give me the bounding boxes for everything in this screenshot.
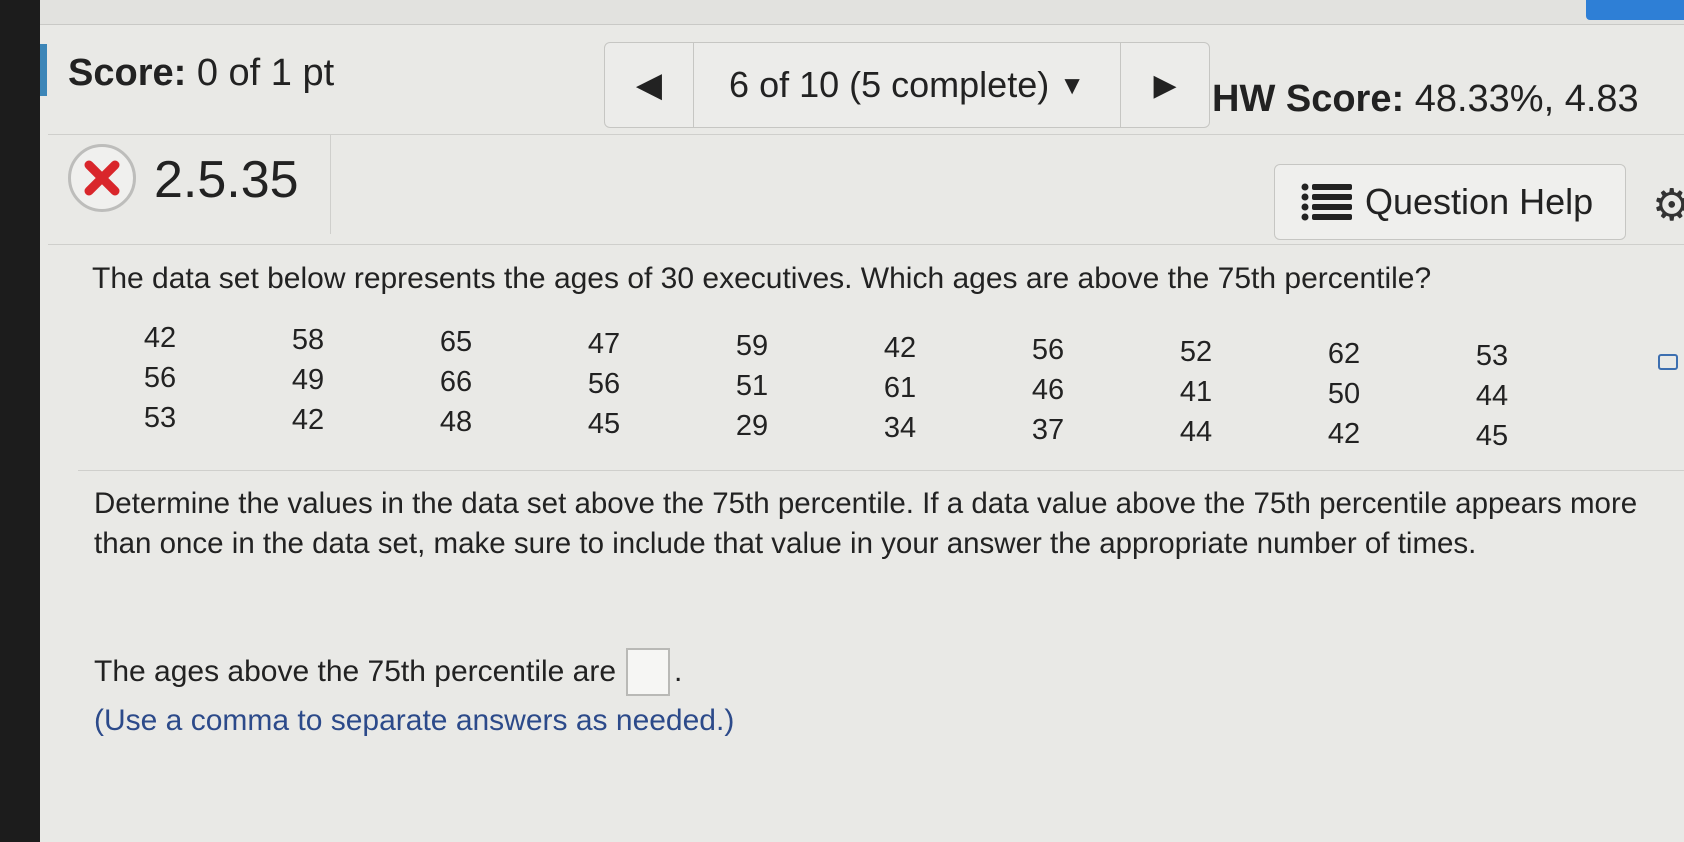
triangle-down-icon: ▼ bbox=[1059, 69, 1085, 100]
data-value: 53 bbox=[1475, 340, 1509, 372]
data-column: 58 49 42 bbox=[268, 320, 348, 440]
question-progress-label: 6 of 10 (5 complete) bbox=[729, 64, 1050, 105]
data-column: 42 61 34 bbox=[860, 328, 940, 448]
question-prompt: The data set below represents the ages o… bbox=[92, 262, 1432, 295]
data-value: 52 bbox=[1179, 336, 1213, 368]
data-value: 46 bbox=[1031, 374, 1065, 406]
answer-line: The ages above the 75th percentile are . bbox=[94, 648, 682, 696]
data-value: 42 bbox=[1327, 418, 1361, 450]
hw-score-display: HW Score: 48.33%, 4.83 bbox=[1212, 78, 1639, 121]
score-label: Score: bbox=[68, 52, 187, 94]
data-column: 42 56 53 bbox=[120, 318, 200, 438]
data-column: 59 51 29 bbox=[712, 326, 792, 446]
answer-prefix: The ages above the 75th percentile are bbox=[94, 655, 617, 688]
data-value: 65 bbox=[439, 326, 473, 358]
gear-icon[interactable]: ⚙ bbox=[1652, 180, 1684, 231]
data-value: 41 bbox=[1179, 376, 1213, 408]
question-help-button[interactable]: Question Help bbox=[1274, 164, 1626, 240]
question-number: 2.5.35 bbox=[154, 151, 299, 209]
data-value: 49 bbox=[291, 364, 325, 396]
data-value: 50 bbox=[1327, 378, 1361, 410]
answer-input[interactable] bbox=[626, 648, 671, 696]
data-value: 62 bbox=[1327, 338, 1361, 370]
hw-score-label: HW Score: bbox=[1212, 78, 1405, 120]
data-value: 42 bbox=[143, 322, 177, 354]
answer-suffix: . bbox=[674, 655, 683, 688]
divider bbox=[48, 244, 1684, 245]
question-navigator: ◀ 6 of 10 (5 complete) ▼ ▶ bbox=[604, 42, 1210, 128]
top-strip bbox=[40, 0, 1684, 25]
data-value: 59 bbox=[735, 330, 769, 362]
top-right-button[interactable] bbox=[1586, 0, 1684, 20]
question-help-label: Question Help bbox=[1365, 181, 1594, 222]
data-value: 66 bbox=[439, 366, 473, 398]
question-progress-dropdown[interactable]: 6 of 10 (5 complete) ▼ bbox=[694, 42, 1120, 128]
data-value: 44 bbox=[1179, 416, 1213, 448]
data-value: 45 bbox=[587, 408, 621, 440]
data-value: 34 bbox=[883, 412, 917, 444]
data-value: 56 bbox=[587, 368, 621, 400]
data-value: 48 bbox=[439, 406, 473, 438]
divider bbox=[78, 470, 1684, 471]
copy-data-icon[interactable] bbox=[1658, 354, 1678, 370]
score-value: 0 of 1 pt bbox=[196, 52, 335, 94]
previous-question-button[interactable]: ◀ bbox=[604, 42, 694, 128]
data-column: 56 46 37 bbox=[1008, 330, 1088, 450]
data-value: 53 bbox=[143, 402, 177, 434]
data-value: 47 bbox=[587, 328, 621, 360]
data-value: 45 bbox=[1475, 420, 1509, 452]
triangle-left-icon: ◀ bbox=[635, 66, 663, 104]
data-value: 29 bbox=[735, 410, 769, 442]
data-column: 62 50 42 bbox=[1304, 334, 1384, 454]
next-question-button[interactable]: ▶ bbox=[1120, 42, 1210, 128]
data-column: 52 41 44 bbox=[1156, 332, 1236, 452]
data-column: 47 56 45 bbox=[564, 324, 644, 444]
data-value: 44 bbox=[1475, 380, 1509, 412]
data-value: 37 bbox=[1031, 414, 1065, 446]
data-value: 58 bbox=[291, 324, 325, 356]
data-value: 42 bbox=[883, 332, 917, 364]
hw-score-value: 48.33%, 4.83 bbox=[1414, 78, 1639, 120]
left-accent-bar bbox=[40, 44, 47, 96]
data-value: 61 bbox=[883, 372, 917, 404]
list-icon bbox=[1301, 183, 1352, 221]
data-value: 51 bbox=[735, 370, 769, 402]
x-circle-icon bbox=[68, 144, 136, 212]
data-value: 56 bbox=[143, 362, 177, 394]
data-column: 53 44 45 bbox=[1452, 336, 1532, 456]
score-display: Score: 0 of 1 pt bbox=[68, 52, 334, 95]
question-instructions: Determine the values in the data set abo… bbox=[94, 487, 1638, 560]
data-value: 56 bbox=[1031, 334, 1065, 366]
data-value: 42 bbox=[291, 404, 325, 436]
data-column: 65 66 48 bbox=[416, 322, 496, 442]
data-set-table: 42 56 53 58 49 42 65 66 48 47 56 45 59 51 29 42 61 34 56 46… bbox=[120, 318, 1620, 464]
answer-hint: (Use a comma to separate answers as need… bbox=[94, 704, 735, 737]
triangle-right-icon: ▶ bbox=[1153, 68, 1177, 102]
